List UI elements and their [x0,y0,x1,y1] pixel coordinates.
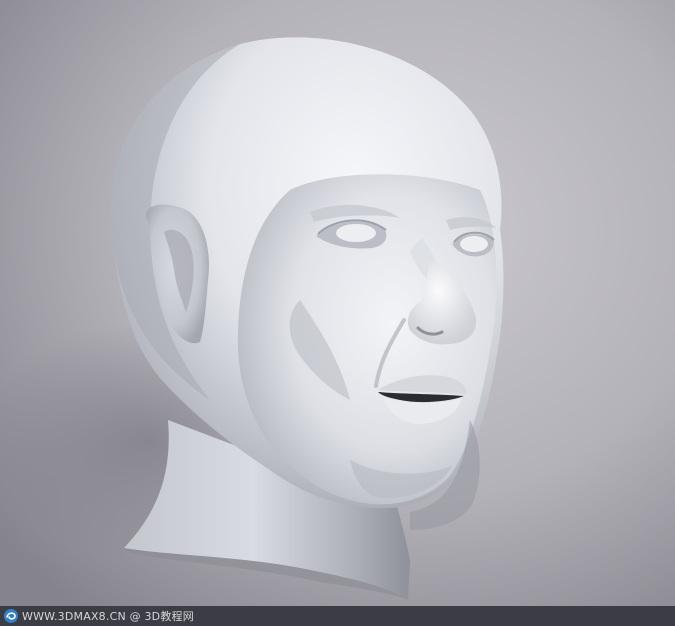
watermark-bar: WWW.3DMAX8.CN @ 3D教程网 [0,606,675,626]
left-eyeball [336,224,376,242]
screenshot-frame: WWW.3DMAX8.CN @ 3D教程网 [0,0,675,626]
swirl-logo-icon [4,609,18,623]
right-eyeball [460,236,488,252]
head-render [0,0,675,606]
watermark-text: WWW.3DMAX8.CN @ 3D教程网 [22,610,194,623]
